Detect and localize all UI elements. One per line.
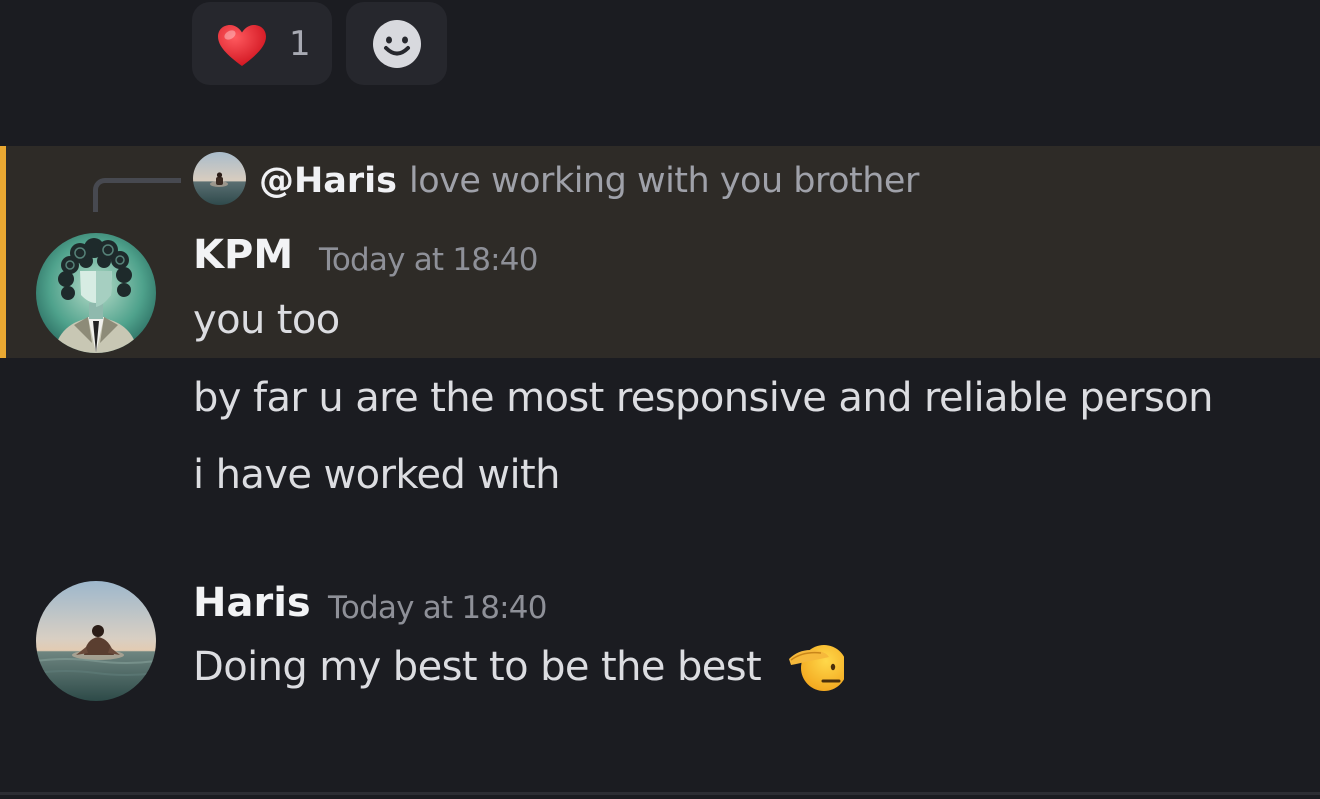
kpm-avatar[interactable] xyxy=(36,233,156,353)
add-reaction-button[interactable] xyxy=(346,2,447,85)
message-timestamp[interactable]: Today at 18:40 xyxy=(319,240,538,280)
sea-photo-icon xyxy=(193,152,246,205)
mention-highlight-bar xyxy=(0,146,6,358)
heart-reaction-button[interactable] xyxy=(192,2,332,85)
reply-connector xyxy=(93,178,181,212)
message-line: i have worked with xyxy=(193,452,560,498)
salute-icon xyxy=(789,637,847,695)
message-line: you too xyxy=(193,297,340,343)
message-author[interactable]: KPM xyxy=(193,231,293,279)
portrait-icon xyxy=(36,233,156,353)
message-author[interactable]: Haris xyxy=(193,579,311,627)
sea-photo-icon xyxy=(36,581,156,701)
message-line: Doing my best to be the best xyxy=(193,644,762,690)
heart-icon xyxy=(218,25,266,66)
smile-icon xyxy=(372,19,421,68)
reply-mention[interactable]: @Haris xyxy=(259,158,397,204)
reaction-count: 1 xyxy=(289,24,311,64)
reply-preview-text[interactable]: love working with you brother xyxy=(409,158,919,204)
reply-avatar[interactable] xyxy=(193,152,246,205)
message-line: by far u are the most responsive and rel… xyxy=(193,375,1213,421)
message-timestamp[interactable]: Today at 18:40 xyxy=(328,588,547,628)
chat-view: 1 @Haris love working with you brother K… xyxy=(0,0,1320,799)
bottom-divider xyxy=(0,792,1320,795)
haris-avatar[interactable] xyxy=(36,581,156,701)
